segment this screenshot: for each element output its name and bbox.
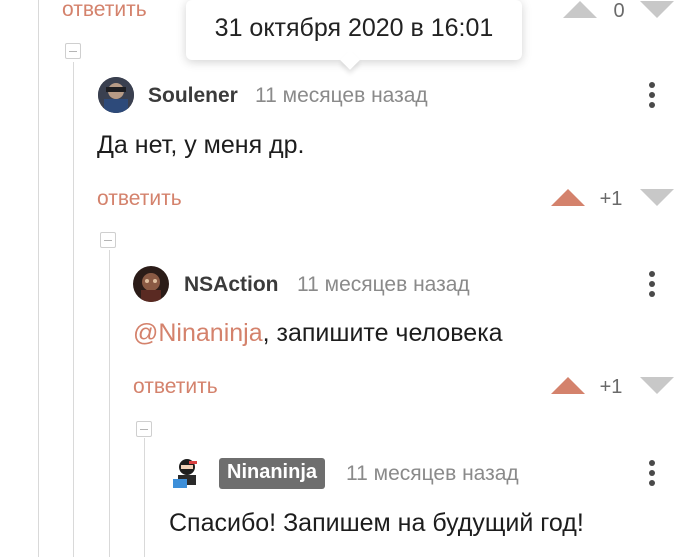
- tooltip-datetime: 31 октября 2020 в 16:01: [214, 14, 494, 42]
- tooltip-pointer: [340, 50, 360, 70]
- author-badge[interactable]: Ninaninja: [219, 458, 326, 489]
- comment-text: Да нет, у меня др.: [97, 131, 305, 159]
- thread-line-level-4: [144, 438, 145, 557]
- collapse-thread-button[interactable]: [136, 421, 152, 437]
- comment-score: +1: [599, 376, 623, 398]
- comment-text: @Ninaninja, запишите человека: [133, 319, 503, 348]
- comment-text-body: , запишите человека: [262, 319, 503, 347]
- thread-line-level-2: [73, 62, 74, 557]
- downvote-icon[interactable]: [640, 188, 674, 208]
- downvote-icon[interactable]: [640, 376, 674, 396]
- reply-button[interactable]: ответить: [97, 187, 182, 211]
- upvote-icon[interactable]: [551, 376, 585, 396]
- thread-line-level-3: [109, 250, 110, 557]
- comment-author[interactable]: NSAction: [184, 273, 279, 297]
- comment-score: +1: [599, 188, 623, 210]
- comment-timestamp[interactable]: 11 месяцев назад: [346, 462, 519, 486]
- upvote-icon[interactable]: [551, 188, 585, 208]
- more-options-icon[interactable]: [648, 271, 656, 301]
- reply-button[interactable]: ответить: [62, 0, 147, 22]
- collapse-thread-button[interactable]: [65, 43, 81, 59]
- reply-button[interactable]: ответить: [133, 375, 218, 399]
- comment-score: 0: [613, 0, 625, 22]
- avatar[interactable]: [169, 455, 205, 491]
- more-options-icon[interactable]: [648, 82, 656, 112]
- avatar[interactable]: [133, 266, 169, 302]
- comment-timestamp[interactable]: 11 месяцев назад: [297, 273, 470, 297]
- collapse-thread-button[interactable]: [100, 232, 116, 248]
- comment-timestamp[interactable]: 11 месяцев назад: [255, 84, 428, 108]
- downvote-icon[interactable]: [640, 0, 674, 20]
- user-mention-link[interactable]: @Ninaninja: [133, 319, 263, 347]
- thread-line-level-1: [38, 0, 39, 557]
- avatar[interactable]: [98, 77, 134, 113]
- upvote-icon[interactable]: [563, 0, 597, 20]
- more-options-icon[interactable]: [648, 460, 656, 490]
- comment-text: Спасибо! Запишем на будущий год!: [169, 509, 584, 537]
- comment-author[interactable]: Soulener: [148, 84, 238, 108]
- timestamp-tooltip: 31 октября 2020 в 16:01: [186, 0, 522, 70]
